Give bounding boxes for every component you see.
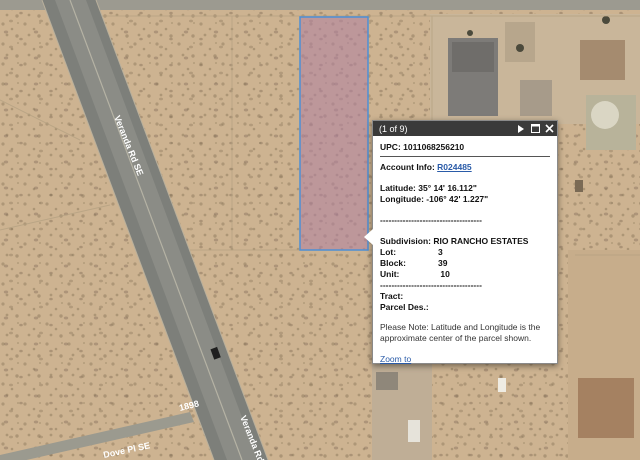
close-icon[interactable] [544, 124, 554, 134]
upc-value: 1011068256210 [403, 142, 465, 152]
account-label: Account Info: [380, 162, 435, 172]
block-value: 39 [438, 258, 448, 268]
popup-header: (1 of 9) [373, 121, 557, 136]
longitude-label: Longitude: [380, 194, 424, 204]
subdivision-value: RIO RANCHO ESTATES [433, 236, 529, 246]
approximate-note: Please Note: Latitude and Longitude is t… [380, 322, 541, 343]
lot-line: Lot: 3 [380, 247, 550, 258]
unit-label: Unit: [380, 269, 400, 279]
parcel-des-label: Parcel Des.: [380, 302, 429, 312]
subdivision-line: Subdivision: RIO RANCHO ESTATES [380, 236, 550, 247]
selected-parcel[interactable] [299, 16, 369, 251]
divider-1: ------------------------------------ [380, 215, 482, 225]
latitude-value: 35° 14' 16.112" [418, 183, 477, 193]
popup-body: UPC: 1011068256210 Account Info: R024485… [373, 136, 557, 365]
lot-label: Lot: [380, 247, 397, 257]
longitude-value: -106° 42' 1.227" [426, 194, 489, 204]
upc-line: UPC: 1011068256210 [380, 142, 550, 157]
upc-label: UPC: [380, 142, 401, 152]
lot-value: 3 [438, 247, 443, 257]
page-indicator: (1 of 9) [379, 123, 408, 134]
block-line: Block: 39 [380, 258, 550, 269]
divider-2: ------------------------------------ [380, 280, 482, 290]
next-icon[interactable] [516, 124, 526, 134]
popup-pointer [364, 229, 373, 245]
block-label: Block: [380, 258, 406, 268]
account-link[interactable]: R024485 [437, 162, 472, 172]
maximize-icon[interactable] [530, 124, 540, 134]
subdivision-label: Subdivision: [380, 236, 431, 246]
parcel-info-popup: (1 of 9) UPC: 1011068256210 Account Info… [364, 120, 558, 365]
latitude-line: Latitude: 35° 14' 16.112" [380, 183, 550, 194]
longitude-line: Longitude: -106° 42' 1.227" [380, 194, 550, 205]
account-line: Account Info: R024485 [380, 162, 550, 173]
unit-value: 10 [440, 269, 450, 279]
tract-label: Tract: [380, 291, 404, 301]
unit-line: Unit: 10 [380, 269, 550, 280]
zoom-to-link[interactable]: Zoom to [380, 354, 411, 365]
latitude-label: Latitude: [380, 183, 416, 193]
